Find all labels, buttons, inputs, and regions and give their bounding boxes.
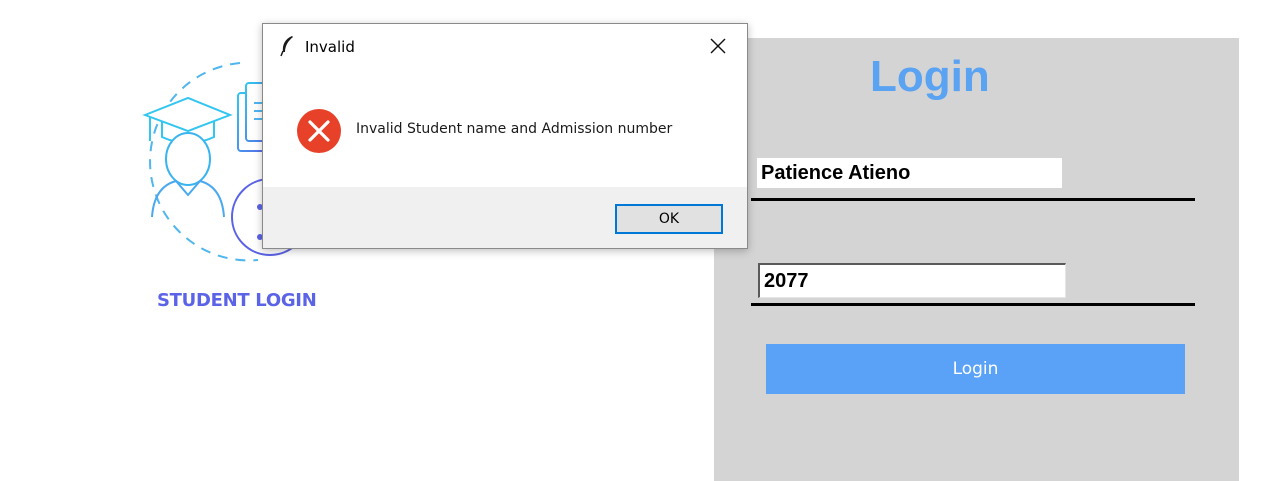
admission-number-input[interactable]: [758, 263, 1066, 298]
error-icon: [296, 108, 342, 158]
student-name-input[interactable]: [757, 158, 1062, 188]
ok-button[interactable]: OK: [615, 204, 723, 234]
login-button[interactable]: Login: [766, 344, 1185, 394]
login-title: Login: [870, 52, 990, 101]
login-panel: Login Login: [714, 38, 1239, 481]
feather-icon: [279, 35, 295, 61]
student-login-label: STUDENT LOGIN: [157, 290, 317, 311]
invalid-dialog: Invalid Invalid Student name and Admissi…: [262, 23, 748, 249]
dialog-titlebar[interactable]: Invalid: [263, 24, 747, 70]
student-name-underline: [751, 198, 1195, 201]
admission-number-underline: [751, 303, 1195, 306]
dialog-message: Invalid Student name and Admission numbe…: [356, 121, 673, 137]
dialog-footer: OK: [263, 187, 747, 248]
close-icon[interactable]: [709, 37, 727, 59]
dialog-title: Invalid: [305, 38, 355, 56]
